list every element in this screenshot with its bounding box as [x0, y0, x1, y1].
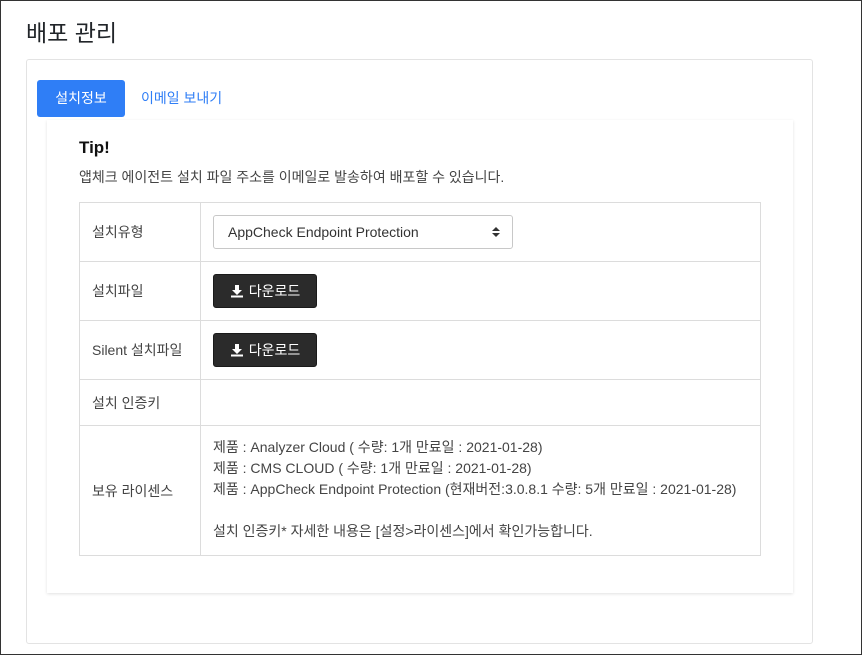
download-label: 다운로드 — [248, 283, 301, 299]
install-file-download-button[interactable]: 다운로드 — [213, 274, 317, 308]
install-info-table: 설치유형 AppCheck Endpoint Protection 설치파일 다… — [79, 202, 761, 556]
license-line: 제품 : AppCheck Endpoint Protection (현재버전:… — [213, 481, 737, 497]
row-install-file: 설치파일 다운로드 — [79, 261, 761, 321]
deploy-card: 설치정보 이메일 보내기 Tip! 앱체크 에이전트 설치 파일 주소를 이메일… — [26, 59, 813, 644]
install-type-select[interactable]: AppCheck Endpoint Protection — [213, 215, 513, 249]
row-silent-file: Silent 설치파일 다운로드 — [79, 320, 761, 380]
install-type-label: 설치유형 — [79, 202, 201, 262]
tab-bar: 설치정보 이메일 보내기 — [37, 80, 238, 117]
tab-send-email[interactable]: 이메일 보내기 — [125, 80, 238, 117]
tab-install-info[interactable]: 설치정보 — [37, 80, 125, 117]
row-licenses: 보유 라이센스 제품 : Analyzer Cloud ( 수량: 1개 만료일… — [79, 425, 761, 556]
license-note: 설치 인증키* 자세한 내용은 [설정>라이센스]에서 확인가능합니다. — [213, 523, 593, 539]
auth-key-label: 설치 인증키 — [79, 379, 201, 426]
download-icon — [230, 344, 243, 357]
license-list: 제품 : Analyzer Cloud ( 수량: 1개 만료일 : 2021-… — [213, 426, 748, 555]
row-auth-key: 설치 인증키 — [79, 379, 761, 426]
row-install-type: 설치유형 AppCheck Endpoint Protection — [79, 202, 761, 262]
download-label: 다운로드 — [248, 342, 301, 358]
sort-icon — [492, 227, 500, 237]
download-icon — [230, 285, 243, 298]
silent-file-label: Silent 설치파일 — [79, 320, 201, 380]
license-line: 제품 : CMS CLOUD ( 수량: 1개 만료일 : 2021-01-28… — [213, 460, 532, 476]
silent-file-download-button[interactable]: 다운로드 — [213, 333, 317, 367]
tip-title: Tip! — [79, 138, 110, 157]
tip-description: 앱체크 에이전트 설치 파일 주소를 이메일로 발송하여 배포할 수 있습니다. — [79, 169, 505, 185]
install-file-label: 설치파일 — [79, 261, 201, 321]
licenses-label: 보유 라이센스 — [79, 425, 201, 556]
install-info-panel: Tip! 앱체크 에이전트 설치 파일 주소를 이메일로 발송하여 배포할 수 … — [47, 120, 793, 593]
install-type-selected: AppCheck Endpoint Protection — [228, 224, 419, 240]
license-line: 제품 : Analyzer Cloud ( 수량: 1개 만료일 : 2021-… — [213, 439, 543, 455]
page-title: 배포 관리 — [26, 20, 118, 46]
auth-key-value — [200, 379, 761, 426]
